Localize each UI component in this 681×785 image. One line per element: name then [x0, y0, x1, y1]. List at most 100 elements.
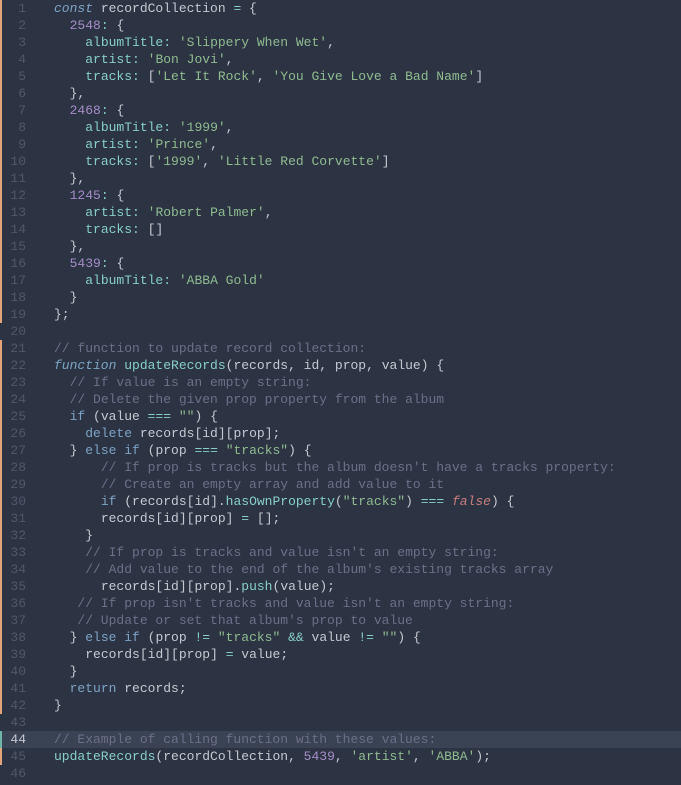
code-line[interactable]: 7 2468: { [0, 102, 681, 119]
code-content[interactable]: }, [36, 170, 85, 187]
code-line[interactable]: 22function updateRecords(records, id, pr… [0, 357, 681, 374]
code-content[interactable]: } else if (prop != "tracks" && value != … [36, 629, 421, 646]
code-line[interactable]: 15 }, [0, 238, 681, 255]
code-content[interactable]: albumTitle: '1999', [36, 119, 233, 136]
code-content[interactable]: records[id][prop].push(value); [36, 578, 335, 595]
code-line[interactable]: 16 5439: { [0, 255, 681, 272]
code-content[interactable]: delete records[id][prop]; [36, 425, 280, 442]
code-content[interactable]: }, [36, 238, 85, 255]
code-content[interactable]: artist: 'Prince', [36, 136, 218, 153]
line-number: 14 [0, 221, 36, 238]
code-content[interactable]: // If value is an empty string: [36, 374, 311, 391]
code-line[interactable]: 21// function to update record collectio… [0, 340, 681, 357]
code-line[interactable]: 46 [0, 765, 681, 782]
code-content[interactable] [36, 714, 54, 731]
line-number: 5 [0, 68, 36, 85]
code-line[interactable]: 35 records[id][prop].push(value); [0, 578, 681, 595]
code-line[interactable]: 41 return records; [0, 680, 681, 697]
line-number: 44 [0, 731, 36, 748]
code-line[interactable]: 3 albumTitle: 'Slippery When Wet', [0, 34, 681, 51]
line-number: 41 [0, 680, 36, 697]
line-number: 46 [0, 765, 36, 782]
code-line[interactable]: 8 albumTitle: '1999', [0, 119, 681, 136]
code-content[interactable]: } else if (prop === "tracks") { [36, 442, 312, 459]
code-line[interactable]: 10 tracks: ['1999', 'Little Red Corvette… [0, 153, 681, 170]
code-content[interactable]: tracks: [] [36, 221, 163, 238]
code-line[interactable]: 34 // Add value to the end of the album'… [0, 561, 681, 578]
code-content[interactable]: 2548: { [36, 17, 124, 34]
code-line[interactable]: 38 } else if (prop != "tracks" && value … [0, 629, 681, 646]
code-content[interactable]: return records; [36, 680, 187, 697]
code-content[interactable]: // If prop is tracks and value isn't an … [36, 544, 499, 561]
code-content[interactable]: }, [36, 85, 85, 102]
code-content[interactable]: records[id][prop] = []; [36, 510, 280, 527]
code-line[interactable]: 19}; [0, 306, 681, 323]
code-editor[interactable]: 1const recordCollection = {2 2548: {3 al… [0, 0, 681, 782]
code-line[interactable]: 27 } else if (prop === "tracks") { [0, 442, 681, 459]
code-line[interactable]: 20 [0, 323, 681, 340]
code-line[interactable]: 17 albumTitle: 'ABBA Gold' [0, 272, 681, 289]
code-content[interactable]: // function to update record collection: [36, 340, 366, 357]
code-line[interactable]: 42} [0, 697, 681, 714]
line-number: 16 [0, 255, 36, 272]
code-content[interactable]: albumTitle: 'Slippery When Wet', [36, 34, 335, 51]
code-content[interactable]: records[id][prop] = value; [36, 646, 288, 663]
code-line[interactable]: 40 } [0, 663, 681, 680]
code-content[interactable]: if (records[id].hasOwnProperty("tracks")… [36, 493, 514, 510]
code-content[interactable]: albumTitle: 'ABBA Gold' [36, 272, 265, 289]
code-content[interactable]: 2468: { [36, 102, 124, 119]
code-content[interactable]: // Delete the given prop property from t… [36, 391, 444, 408]
code-content[interactable]: if (value === "") { [36, 408, 218, 425]
code-line[interactable]: 11 }, [0, 170, 681, 187]
code-line[interactable]: 23 // If value is an empty string: [0, 374, 681, 391]
code-line[interactable]: 4 artist: 'Bon Jovi', [0, 51, 681, 68]
code-line[interactable]: 2 2548: { [0, 17, 681, 34]
code-line[interactable]: 13 artist: 'Robert Palmer', [0, 204, 681, 221]
code-line[interactable]: 36 // If prop isn't tracks and value isn… [0, 595, 681, 612]
code-line[interactable]: 18 } [0, 289, 681, 306]
code-line[interactable]: 43 [0, 714, 681, 731]
code-content[interactable]: // Update or set that album's prop to va… [36, 612, 413, 629]
code-line[interactable]: 28 // If prop is tracks but the album do… [0, 459, 681, 476]
code-content[interactable]: updateRecords(recordCollection, 5439, 'a… [36, 748, 491, 765]
code-line[interactable]: 14 tracks: [] [0, 221, 681, 238]
code-content[interactable]: artist: 'Robert Palmer', [36, 204, 273, 221]
code-line[interactable]: 31 records[id][prop] = []; [0, 510, 681, 527]
code-content[interactable]: } [36, 527, 93, 544]
code-content[interactable]: 1245: { [36, 187, 124, 204]
line-number: 33 [0, 544, 36, 561]
code-line[interactable]: 45updateRecords(recordCollection, 5439, … [0, 748, 681, 765]
code-content[interactable]: artist: 'Bon Jovi', [36, 51, 233, 68]
code-content[interactable]: // If prop is tracks but the album doesn… [36, 459, 616, 476]
code-line[interactable]: 30 if (records[id].hasOwnProperty("track… [0, 493, 681, 510]
code-line[interactable]: 39 records[id][prop] = value; [0, 646, 681, 663]
code-content[interactable]: tracks: ['Let It Rock', 'You Give Love a… [36, 68, 483, 85]
code-line[interactable]: 37 // Update or set that album's prop to… [0, 612, 681, 629]
code-content[interactable] [36, 765, 54, 782]
code-line[interactable]: 1const recordCollection = { [0, 0, 681, 17]
code-content[interactable]: // If prop isn't tracks and value isn't … [36, 595, 514, 612]
code-line[interactable]: 9 artist: 'Prince', [0, 136, 681, 153]
code-content[interactable]: }; [36, 306, 70, 323]
code-content[interactable]: function updateRecords(records, id, prop… [36, 357, 444, 374]
code-line[interactable]: 24 // Delete the given prop property fro… [0, 391, 681, 408]
code-content[interactable] [36, 323, 54, 340]
code-content[interactable]: // Add value to the end of the album's e… [36, 561, 553, 578]
code-line[interactable]: 6 }, [0, 85, 681, 102]
code-content[interactable]: } [36, 289, 77, 306]
code-line[interactable]: 29 // Create an empty array and add valu… [0, 476, 681, 493]
code-content[interactable]: 5439: { [36, 255, 124, 272]
code-line[interactable]: 44// Example of calling function with th… [0, 731, 681, 748]
code-content[interactable]: } [36, 697, 62, 714]
code-line[interactable]: 32 } [0, 527, 681, 544]
code-content[interactable]: } [36, 663, 77, 680]
code-line[interactable]: 25 if (value === "") { [0, 408, 681, 425]
code-line[interactable]: 26 delete records[id][prop]; [0, 425, 681, 442]
code-content[interactable]: // Create an empty array and add value t… [36, 476, 444, 493]
code-content[interactable]: tracks: ['1999', 'Little Red Corvette'] [36, 153, 390, 170]
code-content[interactable]: // Example of calling function with thes… [36, 731, 436, 748]
code-line[interactable]: 33 // If prop is tracks and value isn't … [0, 544, 681, 561]
code-line[interactable]: 5 tracks: ['Let It Rock', 'You Give Love… [0, 68, 681, 85]
code-line[interactable]: 12 1245: { [0, 187, 681, 204]
code-content[interactable]: const recordCollection = { [36, 0, 257, 17]
